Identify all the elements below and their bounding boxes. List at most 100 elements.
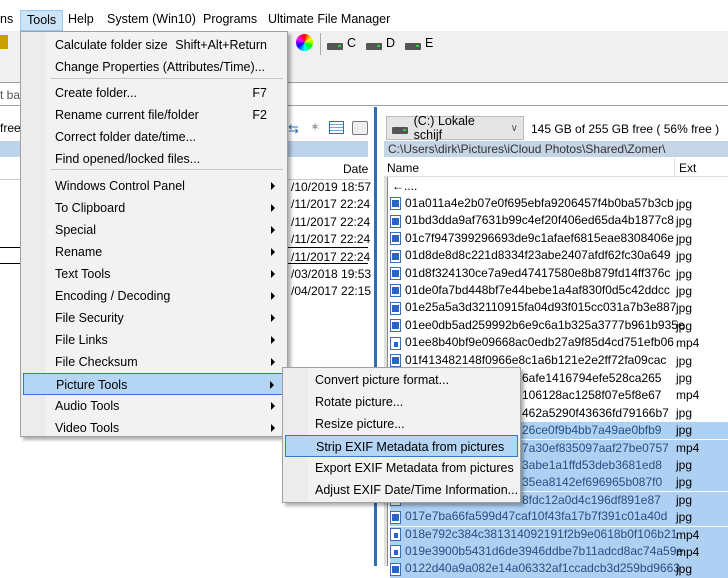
file-row[interactable]: 01ee0db5ad259992b6e9c6a1b325a3777b961b93… xyxy=(390,318,728,335)
menu-item-label: Windows Control Panel xyxy=(55,179,185,193)
menu-item-rename-current-file-folder[interactable]: Rename current file/folder F2 xyxy=(23,104,285,126)
submenu-arrow-icon xyxy=(271,314,275,322)
date-cell: /11/2017 22:24 xyxy=(291,214,371,229)
menu-item-encoding-decoding[interactable]: Encoding / Decoding xyxy=(23,285,285,307)
menu-item-create-folder[interactable]: Create folder... F7 xyxy=(23,82,285,104)
drive-selector-value: (C:) Lokale schijf xyxy=(413,114,475,142)
file-row[interactable]: 018e792c384c381314092191f2b9e0618b0f106b… xyxy=(390,526,728,544)
sync-icon[interactable]: ⇆ xyxy=(288,121,299,137)
file-ext: jpg xyxy=(676,231,693,246)
name-column-header[interactable]: Name xyxy=(387,161,419,175)
file-name: 01ee0db5ad259992b6e9c6a1b325a3777b961b93… xyxy=(405,317,685,332)
menu-shortcut: F2 xyxy=(252,108,267,122)
drive-selector[interactable]: (C:) Lokale schijf ∨ xyxy=(386,114,524,142)
menu-system[interactable]: System (Win10) xyxy=(107,12,196,26)
file-row[interactable]: 01d8f324130ce7a9ed47417580e8b879fd14ff37… xyxy=(390,266,728,283)
menu-item-to-clipboard[interactable]: To Clipboard xyxy=(23,197,285,219)
submenu-arrow-icon xyxy=(271,402,275,410)
file-ext: jpg xyxy=(676,475,693,490)
file-row[interactable]: 01a011a4e2b07e0f695ebfa9206457f4b0ba57b3… xyxy=(390,196,728,213)
date-cell: /04/2017 22:15 xyxy=(291,284,372,299)
file-row[interactable]: 01d8de8d8c221d8334f23abe2407afdf62fc30a6… xyxy=(390,248,728,265)
menu-item-label: Find opened/locked files... xyxy=(55,152,201,166)
file-row[interactable]: 0122d40a9a082e14a06332af1ccadcb3d259bd96… xyxy=(390,561,728,578)
file-ext: mp4 xyxy=(676,440,700,455)
file-name: 35ea8142ef696965b087f0 xyxy=(522,475,663,490)
image-file-icon xyxy=(390,353,401,367)
drive-c-button[interactable]: C xyxy=(327,36,356,50)
ext-column-header[interactable]: Ext xyxy=(674,158,700,177)
parent-folder-item[interactable]: ←.... xyxy=(392,179,417,193)
date-column-header[interactable]: Date xyxy=(343,162,368,176)
menu-item-label: Audio Tools xyxy=(55,399,120,413)
menu-item-rename[interactable]: Rename xyxy=(23,241,285,263)
image-file-icon xyxy=(390,562,401,576)
submenu-arrow-icon xyxy=(271,182,275,190)
file-ext: jpg xyxy=(676,458,693,472)
video-file-icon xyxy=(390,527,401,541)
menu-item-audio-tools[interactable]: Audio Tools xyxy=(23,395,285,417)
file-ext: jpg xyxy=(676,318,693,333)
compare-icon[interactable]: ✶ xyxy=(310,120,320,134)
menu-item-file-checksum[interactable]: File Checksum xyxy=(23,351,285,373)
menu-item-file-links[interactable]: File Links xyxy=(23,329,285,351)
menu-bar: ns Tools Help System (Win10) Programs Ul… xyxy=(0,10,728,31)
menu-item-special[interactable]: Special xyxy=(23,219,285,241)
file-row[interactable]: 01c7f947399296693de9c1afaef6815eae830840… xyxy=(390,231,728,248)
menu-item-change-properties-attributes-time[interactable]: Change Properties (Attributes/Time)... xyxy=(23,56,285,78)
file-row[interactable]: 019e3900b5431d6de3946ddbe7b11adcd8ac74a5… xyxy=(390,544,728,561)
file-ext: jpg xyxy=(676,492,693,507)
color-wheel-icon[interactable] xyxy=(296,34,313,51)
menu-item-picture-tools[interactable]: Picture Tools xyxy=(23,373,285,395)
menu-item-label: Adjust EXIF Date/Time Information... xyxy=(315,483,519,497)
menu-item-find-opened-locked-files[interactable]: Find opened/locked files... xyxy=(23,148,285,170)
menu-item-text-tools[interactable]: Text Tools xyxy=(23,263,285,285)
menu-item-video-tools[interactable]: Video Tools xyxy=(23,417,285,439)
file-name: 8fdc12a0d4c196df891e87 xyxy=(522,492,661,507)
menu-item-file-security[interactable]: File Security xyxy=(23,307,285,329)
submenu-item-adjust-exif-date-time-information[interactable]: Adjust EXIF Date/Time Information... xyxy=(285,479,518,501)
file-ext: jpg xyxy=(676,249,693,264)
menu-help[interactable]: Help xyxy=(68,12,94,26)
submenu-item-convert-picture-format[interactable]: Convert picture format... xyxy=(285,369,518,391)
details-view-icon[interactable] xyxy=(329,121,344,134)
submenu-item-strip-exif-metadata-from-pictures[interactable]: Strip EXIF Metadata from pictures xyxy=(285,435,518,457)
file-ext: mp4 xyxy=(676,388,700,403)
drive-e-button[interactable]: E xyxy=(405,36,433,50)
toolbar-icon[interactable] xyxy=(0,35,8,49)
file-row[interactable]: 01ee8b40bf9e09668ac0edb27a9f85d4cd751efb… xyxy=(390,335,728,352)
file-name: 017e7ba66fa599d47caf10f43fa17b7f391c01a4… xyxy=(405,509,668,524)
file-ext: jpg xyxy=(676,405,693,420)
file-name: 01d8de8d8c221d8334f23abe2407afdf62fc30a6… xyxy=(405,248,671,263)
menu-item-label: Picture Tools xyxy=(56,378,128,392)
menu-item-calculate-folder-size[interactable]: Calculate folder size Shift+Alt+Return xyxy=(23,34,285,56)
toolbar-divider xyxy=(320,33,321,55)
menu-item-correct-folder-date-time[interactable]: Correct folder date/time... xyxy=(23,126,285,148)
file-row[interactable]: 01de0fa7bd448bf7e44bebe1a4af830f0d5c42dd… xyxy=(390,283,728,300)
file-row[interactable]: 01e25a5a3d32110915fa04d93f015cc031a7b3e8… xyxy=(390,300,728,317)
file-name: 26ce0f9b4bb7a49ae0bfb9 xyxy=(522,423,662,438)
menu-tools[interactable]: Tools xyxy=(20,10,64,31)
menu-ultimate-file-manager[interactable]: Ultimate File Manager xyxy=(268,12,390,26)
image-file-icon xyxy=(390,249,401,263)
file-row[interactable]: 01bd3dda9af7631b99c4ef20f406ed65da4b1877… xyxy=(390,213,728,230)
submenu-item-export-exif-metadata-from-pictures[interactable]: Export EXIF Metadata from pictures xyxy=(285,457,518,479)
image-file-icon xyxy=(390,232,401,246)
menu-item-windows-control-panel[interactable]: Windows Control Panel xyxy=(23,175,285,197)
menu-programs[interactable]: Programs xyxy=(203,12,257,26)
menu-item-label: File Links xyxy=(55,333,108,347)
drive-d-button[interactable]: D xyxy=(366,36,395,50)
file-ext: mp4 xyxy=(676,545,700,559)
submenu-arrow-icon xyxy=(271,204,275,212)
image-file-icon xyxy=(390,197,401,211)
file-ext: jpg xyxy=(676,266,693,281)
submenu-item-rotate-picture[interactable]: Rotate picture... xyxy=(285,391,518,413)
file-row[interactable]: 017e7ba66fa599d47caf10f43fa17b7f391c01a4… xyxy=(390,509,728,527)
submenu-item-resize-picture[interactable]: Resize picture... xyxy=(285,413,518,435)
file-name: 01de0fa7bd448bf7e44bebe1a4af830f0d5c42dd… xyxy=(405,283,670,297)
menu-options[interactable]: ns xyxy=(0,12,13,26)
path-bar[interactable]: C:\Users\dirk\Pictures\iCloud Photos\Sha… xyxy=(384,141,728,157)
preview-icon[interactable] xyxy=(352,121,368,135)
file-name: 01d8f324130ce7a9ed47417580e8b879fd14ff37… xyxy=(405,265,671,280)
file-name: 0122d40a9a082e14a06332af1ccadcb3d259bd96… xyxy=(405,561,680,576)
